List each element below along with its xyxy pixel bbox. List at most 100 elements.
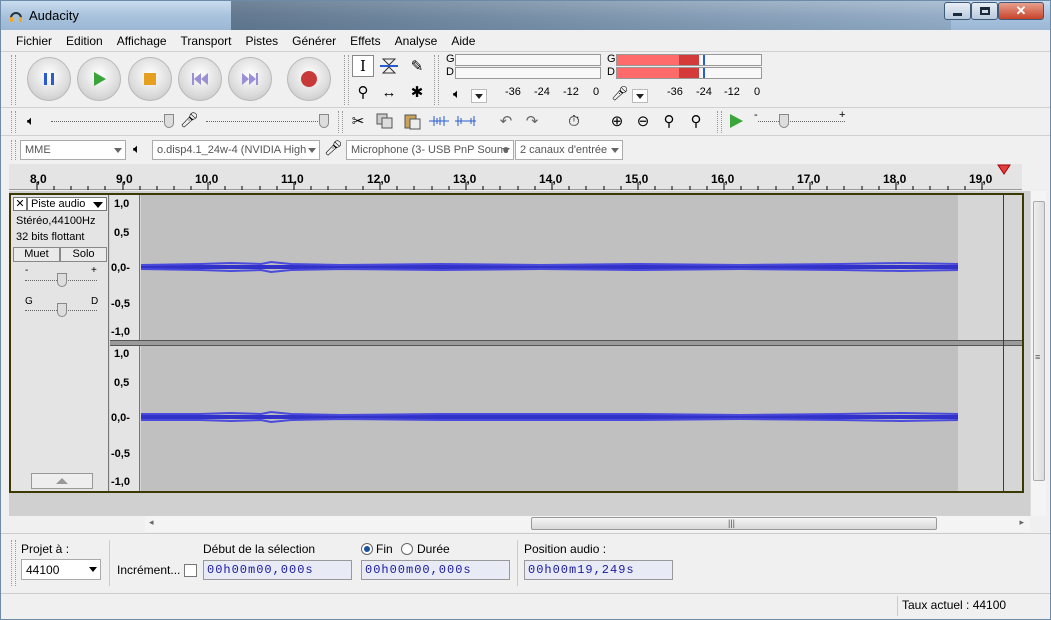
- rec-meter-right: [616, 67, 762, 79]
- close-button[interactable]: ✕: [998, 2, 1044, 20]
- output-device-select[interactable]: o.disp4.1_24w-4 (NVIDIA High: [152, 140, 320, 160]
- redo-button[interactable]: ↷: [521, 110, 543, 132]
- rec-tick: 0: [754, 86, 761, 98]
- vertical-scrollbar[interactable]: ≡: [1030, 191, 1046, 516]
- mixer-grip[interactable]: [11, 111, 16, 133]
- toolbar-separator: [1, 51, 1050, 52]
- input-device-select[interactable]: Microphone (3- USB PnP Sounc: [346, 140, 514, 160]
- input-volume-thumb[interactable]: [319, 114, 329, 128]
- device-grip[interactable]: [11, 140, 16, 160]
- status-bar: Taux actuel : 44100: [1, 593, 1050, 619]
- audio-track[interactable]: ✕ Piste audio Stéréo,44100Hz 32 bits flo…: [9, 193, 1024, 493]
- ruler-label: 16,0: [711, 172, 735, 186]
- record-button[interactable]: [287, 57, 331, 101]
- host-value: MME: [25, 144, 51, 156]
- track-menu-button[interactable]: Piste audio: [27, 197, 107, 211]
- input-volume-slider[interactable]: [206, 121, 328, 122]
- menu-aide[interactable]: Aide: [444, 34, 482, 48]
- horizontal-scrollbar[interactable]: ◂ ||| ▸: [145, 516, 1030, 532]
- speed-plus-label: +: [839, 109, 846, 121]
- waveform-left-channel[interactable]: [140, 195, 959, 340]
- silence-button[interactable]: [454, 110, 476, 132]
- copy-button[interactable]: [374, 110, 396, 132]
- fit-project-button[interactable]: ⚲: [685, 110, 707, 132]
- menu-effets[interactable]: Effets: [343, 34, 387, 48]
- menu-fichier[interactable]: Fichier: [9, 34, 59, 48]
- fit-selection-button[interactable]: ⚲: [658, 110, 680, 132]
- ruler-label: 19,0: [969, 172, 993, 186]
- selection-grip[interactable]: [11, 540, 16, 586]
- output-volume-slider[interactable]: [51, 121, 173, 122]
- redo-icon: ↷: [525, 113, 539, 130]
- track-format: Stéréo,44100Hz: [16, 215, 96, 227]
- project-rate-select[interactable]: 44100: [21, 559, 101, 580]
- timeshift-tool[interactable]: ↔: [378, 81, 400, 103]
- trim-button[interactable]: [428, 110, 450, 132]
- playat-grip[interactable]: [717, 111, 722, 133]
- skip-to-start-button[interactable]: [178, 57, 222, 101]
- rec-meter-left: [616, 54, 762, 66]
- edit-grip[interactable]: [338, 111, 343, 133]
- fit-selection-icon: ⚲: [663, 113, 675, 130]
- multi-tool[interactable]: ✱: [406, 81, 428, 103]
- menu-transport[interactable]: Transport: [174, 34, 239, 48]
- timeline-ruler[interactable]: 8,0 9,0 10,0 11,0 12,0 13,0 14,0 15,0 16…: [9, 164, 1022, 190]
- play-tick: 0: [593, 86, 600, 98]
- selection-start-value: 00h00m00,000s: [207, 563, 314, 577]
- vertical-scroll-thumb[interactable]: ≡: [1033, 201, 1045, 481]
- cut-button[interactable]: ✂: [347, 110, 369, 132]
- play-speed-thumb[interactable]: [779, 114, 789, 128]
- draw-tool[interactable]: ✎: [406, 55, 428, 77]
- scissors-icon: ✂: [351, 113, 365, 130]
- output-volume-thumb[interactable]: [164, 114, 174, 128]
- selection-start-label: Début de la sélection: [203, 542, 316, 556]
- horizontal-scroll-thumb[interactable]: |||: [531, 517, 937, 530]
- grip-icon: |||: [728, 518, 736, 528]
- pan-thumb[interactable]: [57, 303, 67, 317]
- channels-select[interactable]: 2 canaux d'entrée: [515, 140, 623, 160]
- skip-to-end-button[interactable]: [228, 57, 272, 101]
- host-select[interactable]: MME: [20, 140, 126, 160]
- rec-meter-dropdown[interactable]: [632, 89, 648, 103]
- toolbar-grip[interactable]: [11, 55, 16, 105]
- envelope-tool[interactable]: [378, 55, 400, 77]
- sync-lock-button[interactable]: ⏱︎: [563, 110, 585, 132]
- waveform-left: [140, 260, 959, 274]
- zoom-out-button[interactable]: ⊖: [632, 110, 654, 132]
- play-at-speed-button[interactable]: [725, 110, 747, 132]
- minimize-button[interactable]: [944, 2, 971, 20]
- length-radio[interactable]: [401, 543, 413, 555]
- audio-position-time[interactable]: 00h00m19,249s: [524, 560, 673, 580]
- waveform-right-channel[interactable]: [141, 346, 959, 491]
- mute-button[interactable]: Muet: [13, 247, 60, 262]
- collapse-track-button[interactable]: [31, 473, 93, 489]
- selection-end-time[interactable]: 00h00m00,000s: [361, 560, 510, 580]
- pause-button[interactable]: [27, 57, 71, 101]
- snap-checkbox[interactable]: [184, 564, 197, 577]
- solo-button[interactable]: Solo: [60, 247, 107, 262]
- menu-edition[interactable]: Edition: [59, 34, 110, 48]
- play-meter-dropdown[interactable]: [471, 89, 487, 103]
- menu-analyse[interactable]: Analyse: [388, 34, 445, 48]
- tools-grip[interactable]: [344, 55, 349, 105]
- zoom-tool[interactable]: ⚲: [352, 81, 374, 103]
- maximize-button[interactable]: [971, 2, 998, 20]
- zoom-in-button[interactable]: ⊕: [606, 110, 628, 132]
- selection-tool[interactable]: I: [352, 55, 374, 77]
- menu-affichage[interactable]: Affichage: [110, 34, 174, 48]
- play-speed-slider[interactable]: [758, 121, 845, 122]
- menu-generer[interactable]: Générer: [285, 34, 343, 48]
- end-radio[interactable]: [361, 543, 373, 555]
- empty-track-area: [958, 346, 1022, 491]
- undo-button[interactable]: ↶: [495, 110, 517, 132]
- close-track-button[interactable]: ✕: [13, 197, 27, 211]
- paste-button[interactable]: [401, 110, 423, 132]
- stop-button[interactable]: [128, 57, 172, 101]
- ruler-label: 8,0: [30, 172, 47, 186]
- menu-pistes[interactable]: Pistes: [238, 34, 285, 48]
- gain-thumb[interactable]: [57, 273, 67, 287]
- play-button[interactable]: [77, 57, 121, 101]
- selection-start-time[interactable]: 00h00m00,000s: [203, 560, 352, 580]
- speed-minus-label: -: [754, 109, 758, 121]
- meter-grip[interactable]: [434, 55, 439, 105]
